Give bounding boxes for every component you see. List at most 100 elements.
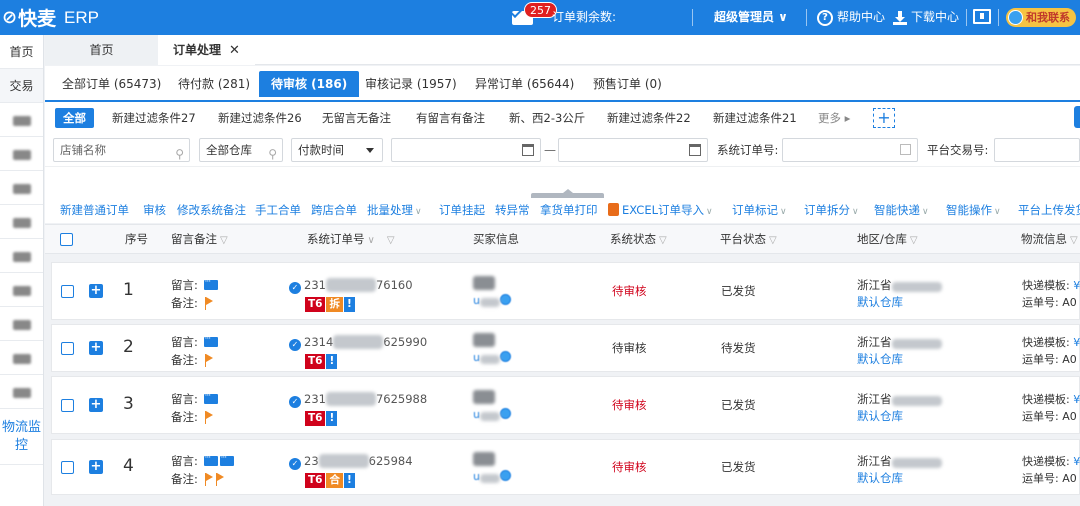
buyer-info[interactable]: u bbox=[473, 452, 533, 483]
header-platform-status[interactable]: 平台状态 ▽ bbox=[720, 225, 777, 255]
expand-icon[interactable]: + bbox=[89, 460, 103, 474]
filter-chip[interactable]: 无留言无备注 bbox=[322, 108, 391, 128]
table-row[interactable]: +3 留言: 备注: ✓231 7625988 T6! u 待审核 已发货 浙江省默认仓库 快递… bbox=[51, 376, 1080, 434]
download-center-button[interactable]: 下载中心 bbox=[893, 0, 959, 35]
table-row[interactable]: +2 留言: 备注: ✓2314 625990 T6! u 待审核 待发货 浙江省默认仓库 快递… bbox=[51, 324, 1080, 372]
message-icon[interactable] bbox=[203, 450, 218, 466]
sidebar-item-blurred[interactable] bbox=[0, 239, 43, 273]
page-tab-order[interactable]: 订单处理 ✕ bbox=[158, 35, 255, 65]
message-icon[interactable] bbox=[219, 450, 234, 466]
row-checkbox[interactable] bbox=[61, 399, 74, 412]
system-order-no[interactable]: ✓ 23 625984 bbox=[289, 454, 413, 470]
sidebar-item-blurred[interactable] bbox=[0, 103, 43, 137]
new-order-button[interactable]: 新建普通订单 bbox=[60, 198, 129, 223]
tab-pending-payment[interactable]: 待付款 (281) bbox=[166, 71, 262, 97]
excel-import-menu[interactable]: EXCEL订单导入 ∨ bbox=[608, 198, 713, 225]
express-template-value[interactable]: ¥ bbox=[1073, 279, 1080, 292]
filter-chip[interactable]: 新建过滤条件27 bbox=[112, 108, 196, 128]
batch-process-menu[interactable]: 批量处理 ∨ bbox=[367, 198, 422, 225]
tab-review-records[interactable]: 审核记录 (1957) bbox=[353, 71, 469, 97]
flag-icon[interactable] bbox=[215, 473, 225, 486]
time-type-select[interactable]: 付款时间 bbox=[291, 138, 383, 162]
shop-name-input[interactable]: 店铺名称 ⚲ bbox=[53, 138, 190, 162]
platform-no-input[interactable] bbox=[994, 138, 1080, 162]
message-icon[interactable] bbox=[203, 274, 218, 290]
row-checkbox[interactable] bbox=[61, 461, 74, 474]
warehouse-link[interactable]: 默认仓库 bbox=[857, 408, 942, 425]
system-order-no[interactable]: ✓ 2314 625990 bbox=[289, 335, 427, 351]
sidebar-item-blurred[interactable] bbox=[0, 307, 43, 341]
table-row[interactable]: +1 留言: 备注: ✓231 76160 T6拆! u 待审核 已发货 浙江省默认仓库 快递模… bbox=[51, 262, 1080, 320]
filter-chip[interactable]: 新建过滤条件21 bbox=[713, 108, 797, 128]
more-filters-button[interactable]: 更多 ▸ bbox=[818, 108, 850, 128]
flag-icon[interactable] bbox=[204, 473, 214, 486]
express-template-value[interactable]: ¥ bbox=[1073, 393, 1080, 406]
buyer-info[interactable]: u bbox=[473, 333, 533, 364]
row-checkbox[interactable] bbox=[61, 342, 74, 355]
end-date-input[interactable] bbox=[558, 138, 708, 162]
buyer-info[interactable]: u bbox=[473, 390, 533, 421]
manual-merge-button[interactable]: 手工合单 bbox=[255, 198, 301, 223]
sidebar-item-blurred[interactable] bbox=[0, 375, 43, 409]
header-system-no[interactable]: 系统订单号 ∨ ▽ bbox=[307, 225, 395, 255]
expand-icon[interactable]: + bbox=[89, 341, 103, 355]
flag-icon[interactable] bbox=[204, 297, 214, 310]
system-order-no[interactable]: ✓ 231 7625988 bbox=[289, 392, 427, 408]
system-order-no[interactable]: ✓ 231 76160 bbox=[289, 278, 413, 294]
tab-all-orders[interactable]: 全部订单 (65473) bbox=[50, 71, 173, 97]
sidebar-item-blurred[interactable] bbox=[0, 341, 43, 375]
pick-list-print-button[interactable]: 拿货单打印 bbox=[540, 198, 598, 223]
filter-chip[interactable]: 新、西2-3公斤 bbox=[509, 108, 585, 128]
header-logistics[interactable]: 物流信息 ▽ bbox=[1021, 225, 1078, 255]
cross-shop-merge-button[interactable]: 跨店合单 bbox=[311, 198, 357, 223]
flag-icon[interactable] bbox=[204, 411, 214, 424]
order-mark-menu[interactable]: 订单标记 ∨ bbox=[732, 198, 787, 225]
select-all-checkbox[interactable] bbox=[60, 233, 73, 246]
contact-us-button[interactable]: 和我联系 bbox=[1006, 8, 1076, 27]
header-remark[interactable]: 留言备注 ▽ bbox=[171, 225, 228, 255]
help-center-button[interactable]: ? 帮助中心 bbox=[817, 0, 885, 35]
filter-chip[interactable]: 有留言有备注 bbox=[416, 108, 485, 128]
sidebar-item-home[interactable]: 首页 bbox=[0, 35, 43, 69]
filter-chip[interactable]: 新建过滤条件26 bbox=[218, 108, 302, 128]
warehouse-link[interactable]: 默认仓库 bbox=[857, 470, 942, 487]
to-abnormal-button[interactable]: 转异常 bbox=[495, 198, 530, 223]
tab-abnormal-orders[interactable]: 异常订单 (65644) bbox=[463, 71, 586, 97]
platform-ship-button[interactable]: 平台上传发货 bbox=[1018, 198, 1080, 223]
buyer-info[interactable]: u bbox=[473, 276, 533, 307]
add-filter-icon[interactable]: + bbox=[873, 108, 895, 128]
edit-system-remark-button[interactable]: 修改系统备注 bbox=[177, 198, 246, 223]
row-checkbox[interactable] bbox=[61, 285, 74, 298]
table-row[interactable]: +4 留言: 备注: ✓23 625984 T6合! u 待审核 已发货 浙江省默认仓库 快递模… bbox=[51, 439, 1080, 495]
sidebar-item-trade[interactable]: 交易 bbox=[0, 69, 43, 103]
wangwang-icon[interactable] bbox=[499, 470, 511, 481]
close-icon[interactable]: ✕ bbox=[229, 43, 240, 58]
message-icon[interactable] bbox=[203, 331, 218, 347]
smart-operation-menu[interactable]: 智能操作 ∨ bbox=[946, 198, 1001, 225]
smart-express-menu[interactable]: 智能快递 ∨ bbox=[874, 198, 929, 225]
wangwang-icon[interactable] bbox=[499, 294, 511, 305]
wangwang-icon[interactable] bbox=[499, 408, 511, 419]
sidebar-item-logistics-monitor[interactable]: 物流监控 bbox=[0, 409, 43, 465]
message-icon[interactable] bbox=[203, 388, 218, 404]
flag-icon[interactable] bbox=[204, 354, 214, 367]
express-template-value[interactable]: ¥ bbox=[1073, 455, 1080, 468]
order-split-menu[interactable]: 订单拆分 ∨ bbox=[804, 198, 859, 225]
header-region[interactable]: 地区/仓库 ▽ bbox=[857, 225, 918, 255]
sidebar-item-blurred[interactable] bbox=[0, 205, 43, 239]
app-logo[interactable]: ⊘ 快麦 bbox=[0, 4, 64, 31]
express-template-value[interactable]: ¥ bbox=[1073, 336, 1080, 349]
warehouse-select[interactable]: 全部仓库 ⚲ bbox=[199, 138, 283, 162]
header-system-status[interactable]: 系统状态 ▽ bbox=[610, 225, 667, 255]
sidebar-item-blurred[interactable] bbox=[0, 137, 43, 171]
tab-presale-orders[interactable]: 预售订单 (0) bbox=[581, 71, 674, 97]
warehouse-link[interactable]: 默认仓库 bbox=[857, 294, 942, 311]
filter-chip[interactable]: 新建过滤条件22 bbox=[607, 108, 691, 128]
expand-icon[interactable]: + bbox=[89, 284, 103, 298]
page-tab-home[interactable]: 首页 bbox=[45, 35, 158, 65]
sidebar-item-blurred[interactable] bbox=[0, 171, 43, 205]
hang-order-button[interactable]: 订单挂起 bbox=[439, 198, 485, 223]
sidebar-item-blurred[interactable] bbox=[0, 273, 43, 307]
wangwang-icon[interactable] bbox=[499, 351, 511, 362]
message-button[interactable]: 257 bbox=[512, 2, 557, 26]
